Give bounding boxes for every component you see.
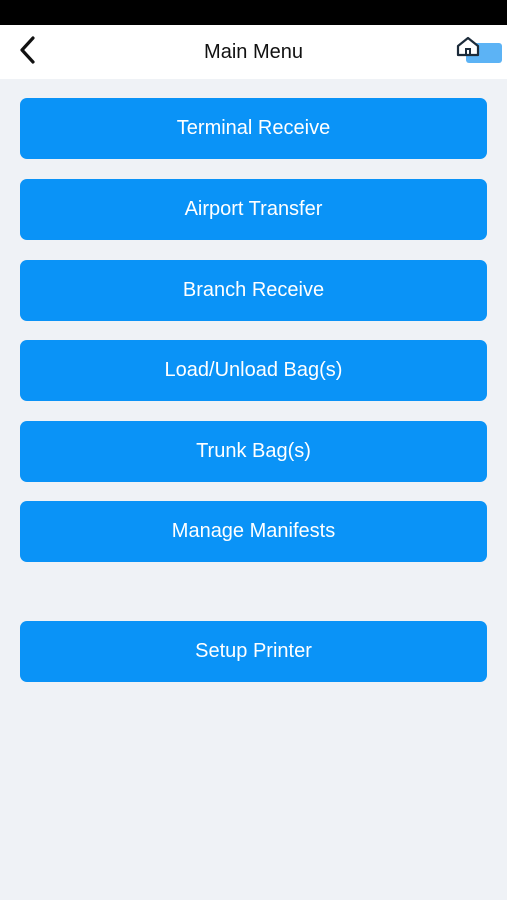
terminal-receive-button[interactable]: Terminal Receive — [20, 98, 487, 159]
setup-printer-button[interactable]: Setup Printer — [20, 621, 487, 682]
branch-receive-button[interactable]: Branch Receive — [20, 260, 487, 321]
manage-manifests-button[interactable]: Manage Manifests — [20, 501, 487, 562]
status-bar — [0, 0, 507, 25]
airport-transfer-button[interactable]: Airport Transfer — [20, 179, 487, 240]
home-button[interactable] — [454, 35, 504, 69]
navigation-bar: Main Menu — [0, 25, 507, 79]
chevron-left-icon — [19, 35, 37, 69]
home-icon — [454, 36, 504, 73]
trunk-bags-button[interactable]: Trunk Bag(s) — [20, 421, 487, 482]
back-button[interactable] — [10, 33, 46, 71]
page-title: Main Menu — [204, 40, 303, 63]
load-unload-bags-button[interactable]: Load/Unload Bag(s) — [20, 340, 487, 401]
